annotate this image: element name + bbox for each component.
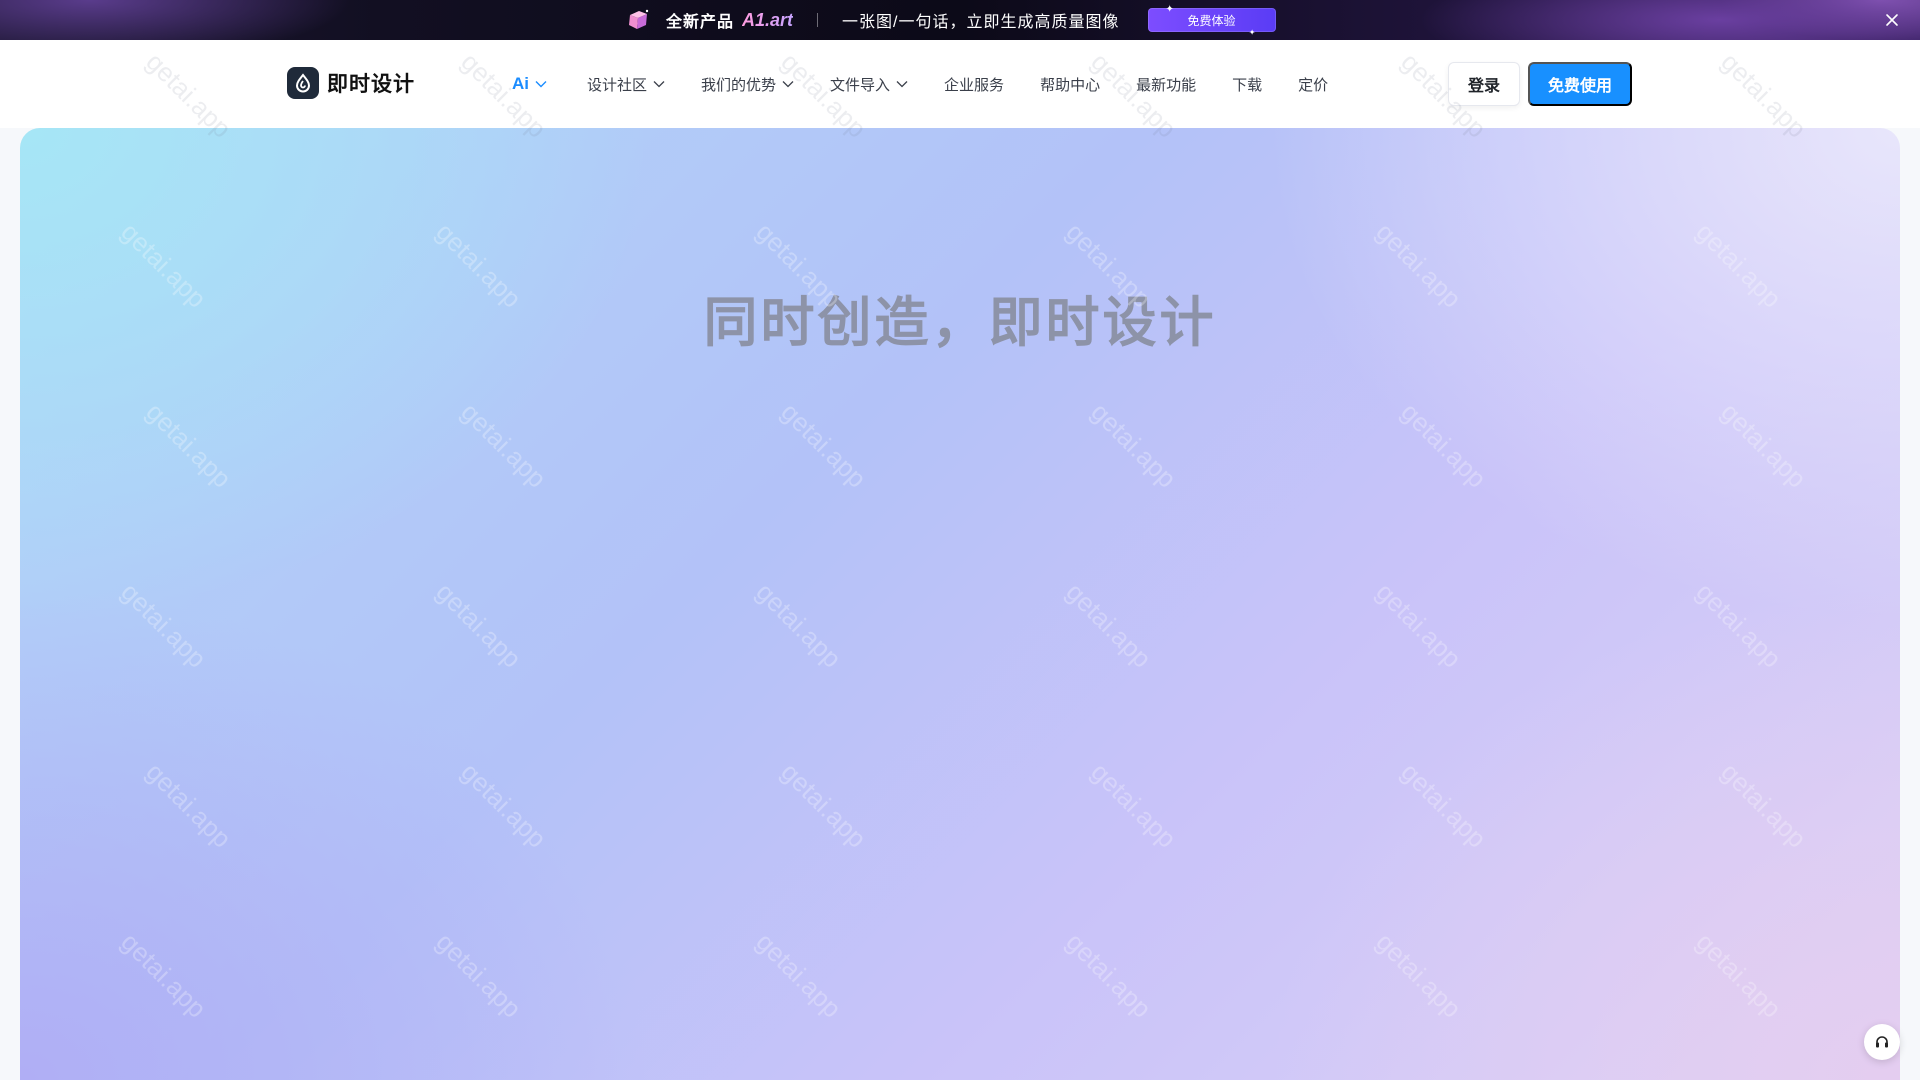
nav-label: 企业服务 [944, 76, 1005, 94]
hero-section: 同时创造，即时设计 [20, 128, 1900, 1080]
nav-label: 定价 [1298, 76, 1329, 94]
nav-label: 下载 [1232, 76, 1263, 94]
nav-label: 文件导入 [830, 76, 891, 94]
nav-label: 帮助中心 [1040, 76, 1101, 94]
headset-icon[interactable] [1864, 1024, 1900, 1060]
nav-item-file-import[interactable]: 文件导入 [830, 74, 908, 95]
promo-brand: A1.art [742, 9, 794, 30]
nav-item-ai[interactable]: Ai [512, 74, 547, 94]
cube-icon [629, 9, 649, 29]
logo-text: 即时设计 [327, 73, 415, 96]
drop-logo-icon [287, 67, 319, 99]
logo[interactable]: 即时设计 [287, 67, 415, 99]
nav-label: Ai [512, 74, 529, 93]
promo-label: 全新产品 [666, 14, 735, 31]
chevron-down-icon [782, 80, 794, 88]
nav-item-latest-features[interactable]: 最新功能 [1136, 74, 1196, 95]
chevron-down-icon [653, 80, 665, 88]
chevron-down-icon [535, 80, 547, 88]
main-nav: Ai 设计社区 我们的优势 文件导入 企业服务 帮助中心 最新功能 下载 定价 [512, 40, 1364, 128]
nav-label: 最新功能 [1136, 76, 1197, 94]
promo-text: 一张图/一句话，立即生成高质量图像 [842, 14, 1120, 31]
promo-content[interactable]: 全新产品 A1.art 一张图/一句话，立即生成高质量图像 ✦ 免费体验 ✦ [626, 0, 1276, 40]
nav-item-advantages[interactable]: 我们的优势 [701, 74, 794, 95]
free-use-button[interactable]: 免费使用 [1528, 62, 1632, 106]
nav-item-download[interactable]: 下载 [1232, 74, 1262, 95]
promo-cta-label: 免费体验 [1187, 13, 1236, 28]
nav-item-enterprise[interactable]: 企业服务 [944, 74, 1004, 95]
chevron-down-icon [896, 80, 908, 88]
login-button[interactable]: 登录 [1448, 62, 1520, 106]
top-nav: 即时设计 Ai 设计社区 我们的优势 文件导入 企业服务 帮助中心 最新功能 下… [0, 40, 1920, 128]
nav-item-pricing[interactable]: 定价 [1298, 74, 1328, 95]
sparkle-icon: ✦ [1165, 4, 1174, 15]
nav-item-help-center[interactable]: 帮助中心 [1040, 74, 1100, 95]
close-icon[interactable] [1882, 10, 1902, 30]
promo-cta-button[interactable]: ✦ 免费体验 ✦ [1147, 4, 1276, 37]
nav-label: 我们的优势 [701, 76, 777, 94]
nav-item-design-community[interactable]: 设计社区 [587, 74, 665, 95]
promo-divider [817, 13, 819, 27]
promo-banner: 全新产品 A1.art 一张图/一句话，立即生成高质量图像 ✦ 免费体验 ✦ [0, 0, 1920, 40]
sparkle-icon: ✦ [1248, 28, 1256, 37]
nav-label: 设计社区 [587, 76, 648, 94]
hero-title: 同时创造，即时设计 [703, 293, 1217, 353]
